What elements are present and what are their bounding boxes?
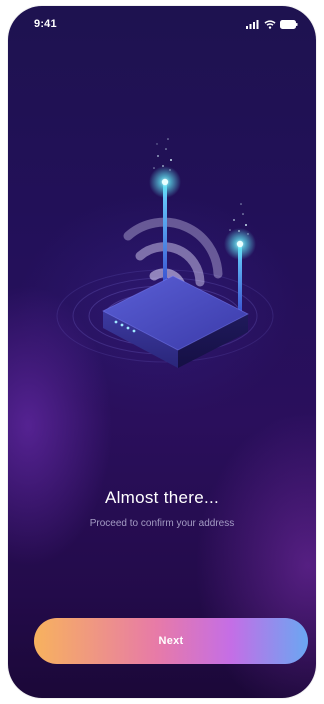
- phone-screen: 9:41 Almost there... Proceed to confirm …: [8, 6, 316, 698]
- page-subtitle: Proceed to confirm your address: [89, 518, 235, 529]
- router-illustration: [56, 138, 274, 368]
- next-button[interactable]: Next: [34, 618, 308, 664]
- page-title: Almost there...: [104, 488, 220, 507]
